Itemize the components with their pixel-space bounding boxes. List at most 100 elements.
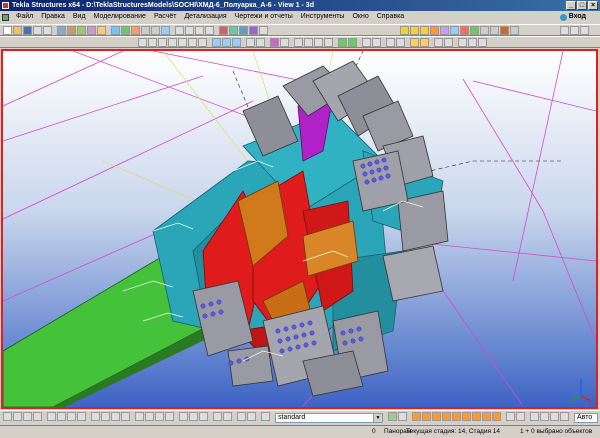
select-pour-icon[interactable] — [199, 412, 208, 421]
view-icon[interactable] — [111, 26, 120, 35]
task-manager-icon[interactable] — [444, 38, 453, 47]
fit-work-area-icon[interactable] — [372, 38, 381, 47]
plane-view-icon[interactable] — [246, 38, 255, 47]
select-construction-icon[interactable] — [189, 412, 198, 421]
settings-icon[interactable] — [478, 38, 487, 47]
select-load-icon[interactable] — [155, 412, 164, 421]
measure-icon[interactable] — [229, 26, 238, 35]
select-weld-icon[interactable] — [67, 412, 76, 421]
plate-icon[interactable] — [77, 26, 86, 35]
snap-end-point-icon[interactable] — [412, 412, 421, 421]
select-detail-icon[interactable] — [237, 412, 246, 421]
snap-nearest-icon[interactable] — [222, 38, 231, 47]
point-icon[interactable] — [294, 38, 303, 47]
selection-switch-icon[interactable] — [3, 412, 12, 421]
drag-drop-icon[interactable] — [550, 412, 559, 421]
new-model-icon[interactable] — [3, 26, 12, 35]
snap-end-icon[interactable] — [158, 38, 167, 47]
hide-icon[interactable] — [458, 38, 467, 47]
snap-perpendicular-icon[interactable] — [198, 38, 207, 47]
construction-line-icon[interactable] — [304, 38, 313, 47]
representation-icon[interactable] — [348, 38, 357, 47]
drawing-icon[interactable] — [141, 26, 150, 35]
save-icon[interactable] — [23, 26, 32, 35]
maximize-button[interactable]: □ — [577, 1, 587, 10]
minimize-button[interactable]: _ — [566, 1, 576, 10]
component-icon[interactable] — [131, 26, 140, 35]
plane-icon[interactable] — [506, 412, 515, 421]
snap-geometry-icon[interactable] — [148, 38, 157, 47]
snap-line-point-icon[interactable] — [492, 412, 501, 421]
rotate-icon[interactable] — [195, 26, 204, 35]
snap-override-icon[interactable] — [280, 38, 289, 47]
select-points-icon[interactable] — [480, 26, 489, 35]
select-assemblies-icon[interactable] — [420, 26, 429, 35]
select-bolts-icon[interactable] — [440, 26, 449, 35]
snap-settings-icon[interactable] — [560, 26, 569, 35]
snap-mid-icon[interactable] — [168, 38, 177, 47]
select-cut-icon[interactable] — [121, 412, 130, 421]
snap-mode-field[interactable]: Авто — [574, 413, 598, 423]
snap-intersect-icon[interactable] — [442, 412, 451, 421]
select-control-icon[interactable] — [223, 412, 232, 421]
inquire-icon[interactable] — [219, 26, 228, 35]
work-plane-icon[interactable] — [516, 412, 525, 421]
select-parts-icon-2[interactable] — [23, 412, 32, 421]
zoom-icon[interactable] — [175, 26, 184, 35]
open-model-icon[interactable] — [13, 26, 22, 35]
snap-menu-icon[interactable] — [560, 412, 569, 421]
visibility-icon[interactable] — [338, 38, 347, 47]
snap-mid-point-icon[interactable] — [432, 412, 441, 421]
select-component-icon[interactable] — [47, 412, 56, 421]
show-only-icon[interactable] — [468, 38, 477, 47]
weld-icon[interactable] — [97, 26, 106, 35]
ortho-icon[interactable] — [270, 38, 279, 47]
selection-filter-select[interactable]: standard ▼ — [275, 413, 383, 423]
snap-perp-icon[interactable] — [452, 412, 461, 421]
menu-analysis[interactable]: Расчёт — [150, 11, 181, 23]
select-reinforcement-icon[interactable] — [500, 26, 509, 35]
menu-view[interactable]: Вид — [69, 11, 90, 23]
menu-file[interactable]: Файл — [12, 11, 37, 23]
phase-manager-icon[interactable] — [420, 38, 429, 47]
clip-plane-icon[interactable] — [205, 26, 214, 35]
construction-circle-icon[interactable] — [314, 38, 323, 47]
menu-help[interactable]: Справка — [373, 11, 408, 23]
redraw-icon[interactable] — [386, 38, 395, 47]
move-icon[interactable] — [249, 26, 258, 35]
undo-icon[interactable] — [33, 26, 42, 35]
select-polygon-icon[interactable] — [179, 412, 188, 421]
ortho-mode-icon[interactable] — [530, 412, 539, 421]
redo-icon[interactable] — [43, 26, 52, 35]
chevron-down-icon[interactable]: ▼ — [373, 414, 382, 422]
select-plane-icon[interactable] — [101, 412, 110, 421]
menu-window[interactable]: Окно — [348, 11, 372, 23]
select-point-icon[interactable] — [91, 412, 100, 421]
select-grid-icon[interactable] — [77, 412, 86, 421]
select-grids-icon[interactable] — [460, 26, 469, 35]
report-icon[interactable] — [151, 26, 160, 35]
select-assembly-icon[interactable] — [33, 412, 42, 421]
menu-detailing[interactable]: Детализация — [180, 11, 230, 23]
snap-ref-icon[interactable] — [388, 412, 397, 421]
select-reference-icon[interactable] — [165, 412, 174, 421]
plane-work-icon[interactable] — [256, 38, 265, 47]
snap-intersection-icon[interactable] — [188, 38, 197, 47]
delete-icon[interactable] — [259, 26, 268, 35]
clash-check-icon[interactable] — [410, 38, 419, 47]
beam-icon[interactable] — [67, 26, 76, 35]
construction-plane-icon[interactable] — [324, 38, 333, 47]
work-area-icon[interactable] — [362, 38, 371, 47]
select-seam-icon[interactable] — [247, 412, 256, 421]
select-view-icon[interactable] — [111, 412, 120, 421]
snap-line-ext-icon[interactable] — [462, 412, 471, 421]
smart-select-icon[interactable] — [540, 412, 549, 421]
close-button[interactable]: × — [588, 1, 598, 10]
login-button[interactable]: Вход — [559, 11, 586, 23]
select-surface-icon[interactable] — [145, 412, 154, 421]
menu-tools[interactable]: Инструменты — [297, 11, 349, 23]
menu-modeling[interactable]: Моделирование — [90, 11, 150, 23]
model-view-3d[interactable] — [1, 49, 598, 409]
snap-line-icon[interactable] — [212, 38, 221, 47]
select-components-icon[interactable] — [430, 26, 439, 35]
